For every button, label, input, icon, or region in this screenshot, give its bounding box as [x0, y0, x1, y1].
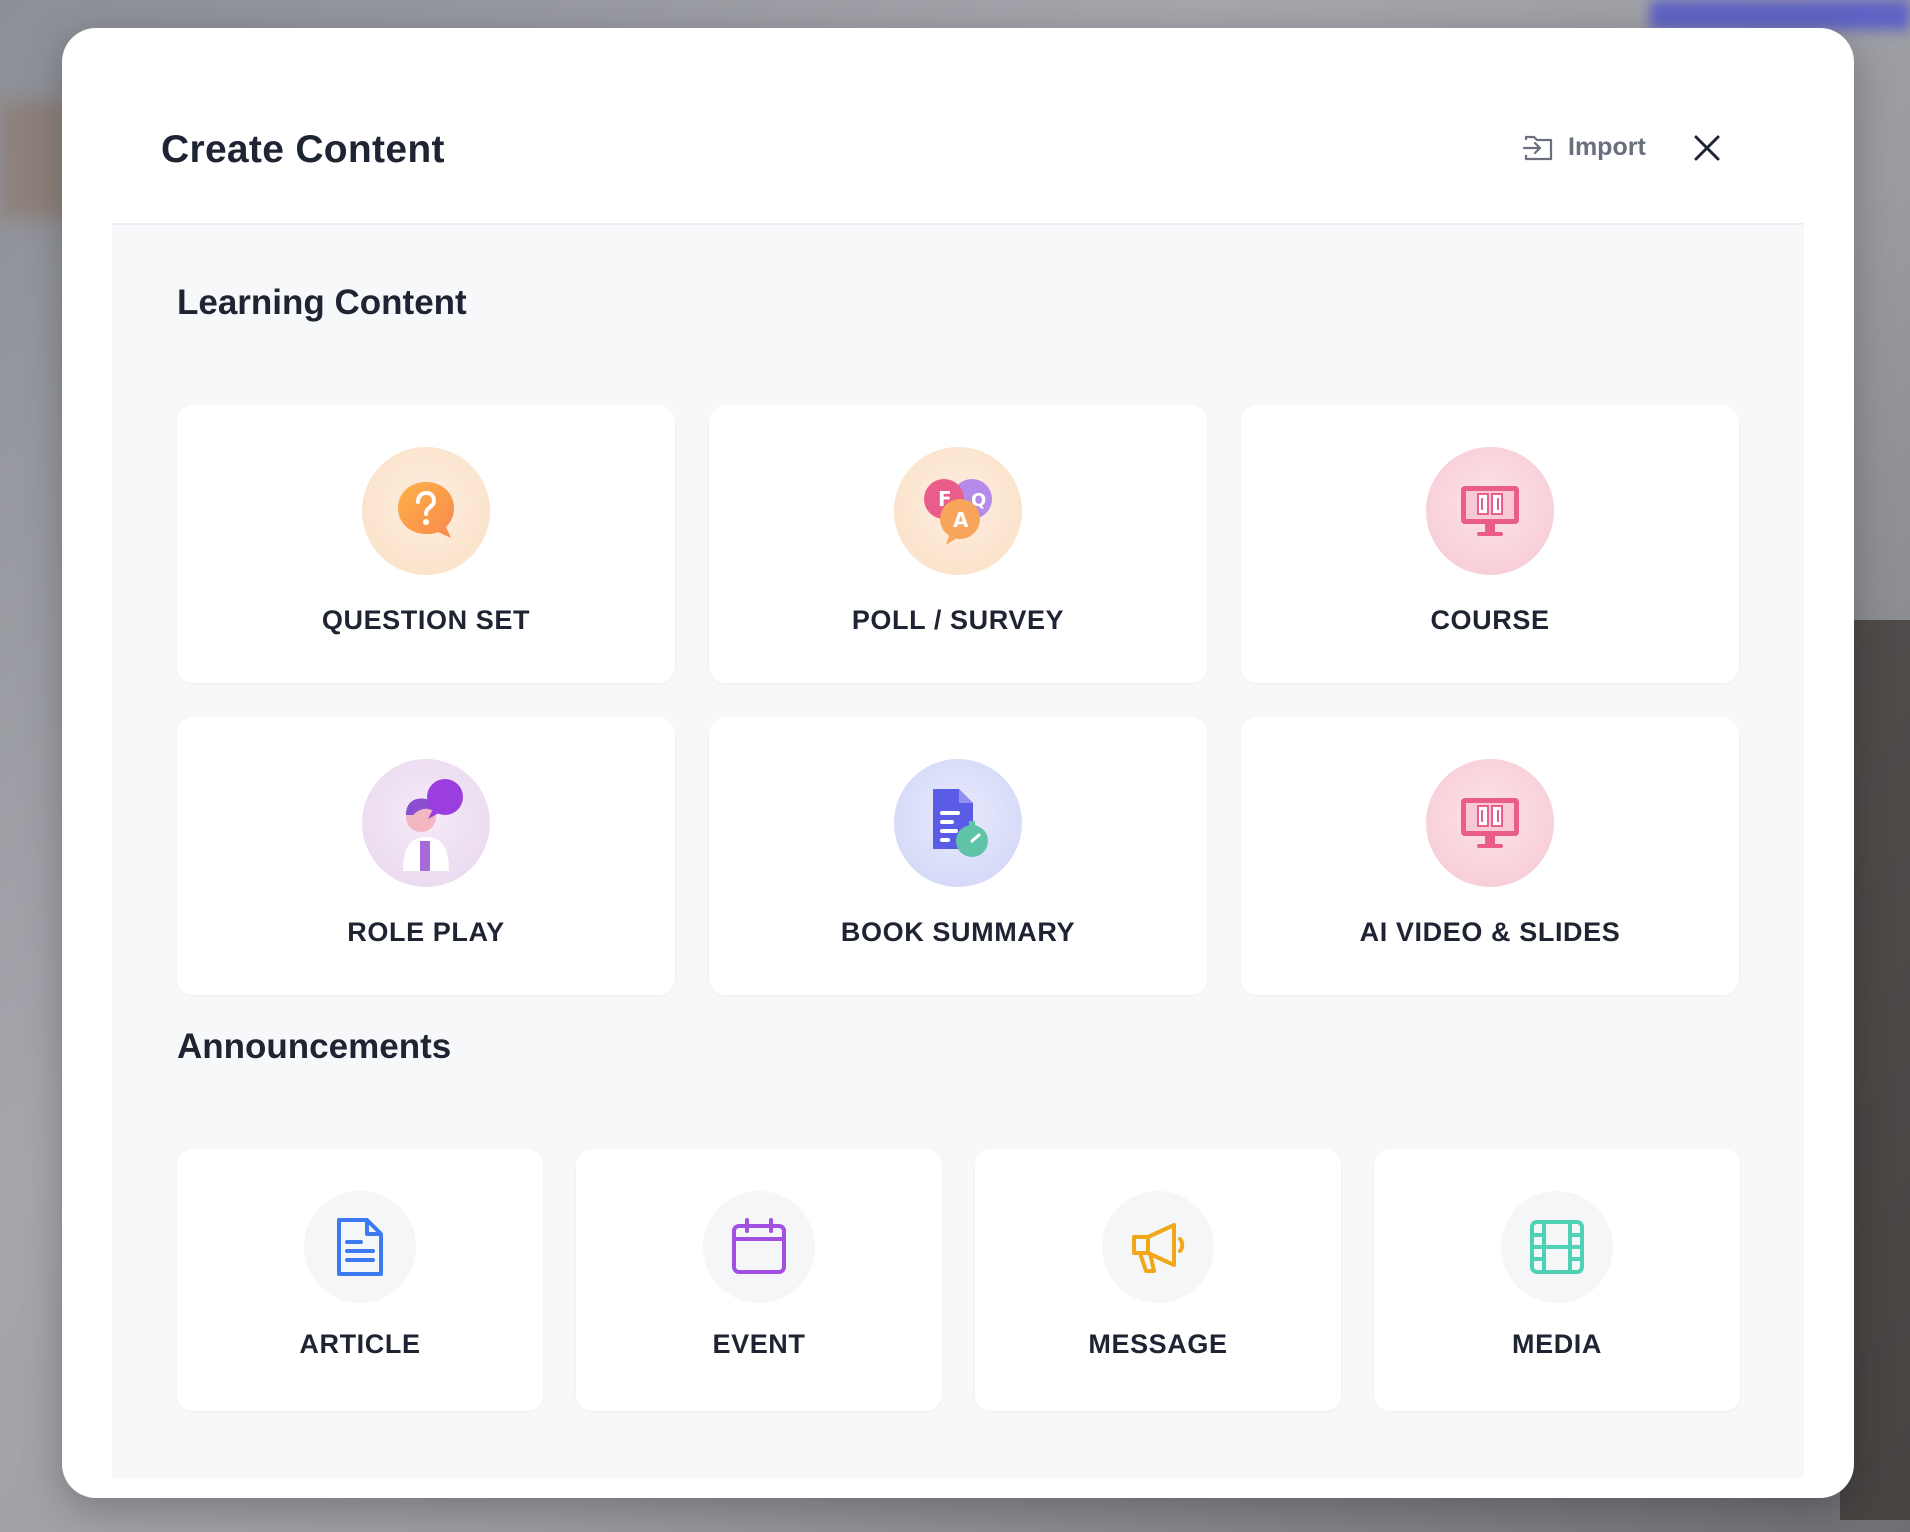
ai-video-slides-card[interactable]: AI VIDEO & SLIDES — [1241, 717, 1739, 995]
card-label: MEDIA — [1512, 1329, 1602, 1359]
svg-text:A: A — [953, 508, 969, 532]
card-label: ROLE PLAY — [347, 917, 505, 947]
card-label: BOOK SUMMARY — [840, 917, 1076, 947]
dialog-header: Create Content Import — [62, 28, 1854, 223]
document-icon — [304, 1191, 416, 1303]
import-label: Import — [1568, 133, 1646, 161]
close-icon[interactable] — [1690, 131, 1724, 165]
background-blur — [0, 100, 70, 220]
card-label: POLL / SURVEY — [851, 605, 1065, 635]
dialog-body: Learning Content QUESTION SET F Q A POLL… — [112, 223, 1804, 1478]
card-label: AI VIDEO & SLIDES — [1359, 917, 1621, 947]
announcements-heading: Announcements — [177, 1027, 452, 1066]
person-speech-icon — [362, 759, 490, 887]
megaphone-icon — [1102, 1191, 1214, 1303]
media-card[interactable]: MEDIA — [1374, 1149, 1740, 1411]
svg-text:F: F — [938, 487, 952, 511]
background-blur — [1650, 0, 1910, 30]
faq-bubbles-icon: F Q A — [894, 447, 1022, 575]
role-play-card[interactable]: ROLE PLAY — [177, 717, 675, 995]
event-card[interactable]: EVENT — [576, 1149, 942, 1411]
card-label: COURSE — [1430, 605, 1550, 635]
monitor-book-icon — [1426, 759, 1554, 887]
svg-text:Q: Q — [971, 490, 986, 511]
document-timer-icon — [894, 759, 1022, 887]
card-label: ARTICLE — [299, 1329, 421, 1359]
import-icon — [1522, 135, 1553, 160]
create-content-dialog: Create Content Import Learning Content Q… — [62, 28, 1854, 1498]
card-label: EVENT — [712, 1329, 806, 1359]
learning-content-heading: Learning Content — [177, 283, 467, 322]
question-set-card[interactable]: QUESTION SET — [177, 405, 675, 683]
calendar-icon — [703, 1191, 815, 1303]
poll-survey-card[interactable]: F Q A POLL / SURVEY — [709, 405, 1207, 683]
message-card[interactable]: MESSAGE — [975, 1149, 1341, 1411]
import-button[interactable]: Import — [1522, 133, 1646, 162]
question-bubble-icon — [362, 447, 490, 575]
card-label: QUESTION SET — [321, 605, 531, 635]
dialog-title: Create Content — [161, 128, 445, 171]
course-card[interactable]: COURSE — [1241, 405, 1739, 683]
film-icon — [1501, 1191, 1613, 1303]
card-label: MESSAGE — [1088, 1329, 1228, 1359]
book-summary-card[interactable]: BOOK SUMMARY — [709, 717, 1207, 995]
monitor-book-icon — [1426, 447, 1554, 575]
article-card[interactable]: ARTICLE — [177, 1149, 543, 1411]
